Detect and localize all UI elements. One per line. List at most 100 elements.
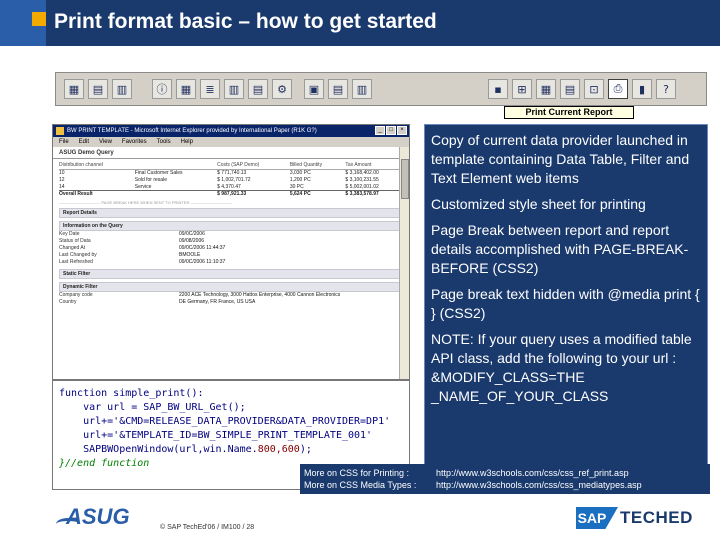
info-key: Last Changed by [59, 251, 97, 258]
filter-key: Country [59, 298, 77, 305]
filter-item: Company code 2200 ACE Technology, 3000 Ha… [59, 292, 403, 299]
bar-chart-icon[interactable]: ▥ [352, 79, 372, 99]
info-value: BMOOLE [179, 251, 201, 258]
table-header: Billed Quantity [289, 161, 346, 170]
table-header: Distribution channel [59, 161, 135, 170]
data-table: Distribution channel Costs (SAP Demo) Bi… [59, 161, 403, 198]
info-value: 09/0C/2006 11:10:37 [179, 258, 226, 265]
link-row-printing: More on CSS for Printing : http://www.w3… [304, 467, 706, 479]
export-icon[interactable]: ▤ [560, 79, 580, 99]
table-cell: $ 5,002,001.02 [345, 183, 379, 190]
report-icon[interactable]: ▤ [328, 79, 348, 99]
save-icon[interactable]: ▪ [488, 79, 508, 99]
info-paragraph: Page break text hidden with @media print… [431, 286, 700, 321]
scrollbar-thumb[interactable] [401, 159, 409, 199]
report-details-heading: Report Details [59, 207, 403, 218]
table-cell: Sold for resale [134, 177, 167, 183]
ie-icon [56, 127, 64, 135]
asug-logo: ASUG [56, 504, 146, 530]
menu-tools[interactable]: Tools [157, 137, 171, 147]
filter-key: Company code [59, 291, 93, 298]
code-segment: ); [299, 444, 312, 455]
dynamic-filter-heading: Dynamic Filter [59, 281, 403, 292]
link-label: More on CSS for Printing : [304, 468, 410, 478]
code-number: 800,600 [257, 444, 300, 455]
css-media-link[interactable]: http://www.w3schools.com/css/css_mediaty… [436, 479, 642, 491]
sap-teched-logo: SAP TECHED [576, 506, 693, 530]
menu-edit[interactable]: Edit [79, 137, 89, 147]
code-line: url+='&CMD=RELEASE_DATA_PROVIDER&DATA_PR… [59, 416, 391, 427]
info-icon[interactable]: ⓘ [152, 79, 172, 99]
links-bar: More on CSS for Printing : http://www.w3… [300, 464, 710, 494]
list-icon[interactable]: ≣ [200, 79, 220, 99]
filter-value: DE Germany, FR France, US USA [179, 298, 256, 305]
info-item: Key Date 09/0C/2006 [59, 231, 403, 238]
browser-menu: File Edit View Favorites Tools Help [53, 137, 409, 147]
table-row: 12 Sold for resale $ 1,002,701.72 1,200 … [59, 177, 403, 184]
layout-icon[interactable]: ▤ [88, 79, 108, 99]
info-key: Last Refreshed [59, 258, 93, 265]
table-cell: 14 [59, 183, 65, 190]
page-break-separator: ------------------------------- PAGE BRE… [59, 199, 232, 205]
browser-window-title: BW PRINT TEMPLATE - Microsoft Internet E… [67, 128, 317, 134]
info-item: Last Refreshed 09/0C/2006 11:10:37 [59, 259, 403, 266]
info-item: Changed At 09/0C/2006 11:44:37 [59, 245, 403, 252]
menu-favorites[interactable]: Favorites [122, 137, 147, 147]
table-cell: $ 3,383,578.97 [345, 190, 403, 198]
menu-help[interactable]: Help [181, 137, 193, 147]
static-filter-heading: Static Filter [59, 268, 403, 279]
table-cell: 10 [59, 170, 65, 177]
excel-icon[interactable]: ▦ [536, 79, 556, 99]
info-panel: Copy of current data provider launched i… [424, 124, 708, 490]
table-cell: $ 3,100,231.55 [345, 177, 379, 183]
slide-title: Print format basic – how to get started [54, 10, 437, 33]
browser-scrollbar[interactable] [399, 147, 409, 379]
table-cell: 12 [59, 177, 65, 183]
print-icon[interactable]: ⎙ [608, 79, 628, 99]
code-line: url+='&TEMPLATE_ID=BW_SIMPLE_PRINT_TEMPL… [59, 430, 373, 441]
bookmark-icon[interactable]: ⊞ [512, 79, 532, 99]
menu-view[interactable]: View [99, 137, 112, 147]
filter-icon[interactable]: ▣ [304, 79, 324, 99]
grid-icon[interactable]: ▦ [176, 79, 196, 99]
table-cell: $ 771,740.13 [217, 170, 247, 177]
code-comment: }//end function [59, 458, 150, 469]
table-cell: Overall Result [59, 190, 135, 198]
css-print-link[interactable]: http://www.w3schools.com/css/css_ref_pri… [436, 467, 629, 479]
table-header [134, 161, 218, 170]
browser-content: Distribution channel Costs (SAP Demo) Bi… [53, 159, 409, 308]
maximize-icon[interactable]: □ [386, 126, 396, 135]
send-icon[interactable]: ⊡ [584, 79, 604, 99]
rows-icon[interactable]: ▤ [248, 79, 268, 99]
table-icon[interactable]: ▦ [64, 79, 84, 99]
teched-logo-text: TECHED [620, 508, 693, 527]
table-cell: Service [134, 183, 152, 190]
copyright-text: © SAP TechEd'06 / IM100 / 28 [160, 524, 255, 531]
bw-toolbar: ▦ ▤ ▥ ⓘ ▦ ≣ ▥ ▤ ⚙ ▣ ▤ ▥ ▪ ⊞ ▦ ▤ ⊡ ⎙ ▮ ? [55, 72, 707, 106]
close-icon[interactable]: × [397, 126, 407, 135]
code-line: SAPBWOpenWindow(url,win.Name.800,600); [59, 443, 403, 457]
title-square-icon [32, 12, 46, 26]
asug-logo-text: ASUG [66, 504, 130, 529]
table-header: Tax Amount [345, 161, 403, 170]
settings-icon[interactable]: ⚙ [272, 79, 292, 99]
info-key: Key Date [59, 230, 80, 237]
info-paragraph: Page Break between report and report det… [431, 222, 689, 276]
columns-icon[interactable]: ▥ [224, 79, 244, 99]
link-label: More on CSS Media Types : [304, 480, 417, 490]
info-value: 09/08/2006 [179, 237, 205, 244]
menu-file[interactable]: File [59, 137, 69, 147]
table-cell: $ 987,921.33 [217, 190, 290, 198]
table-cell: Final Customer Sales [134, 170, 183, 177]
info-paragraph: Copy of current data provider launched i… [431, 132, 690, 186]
table-cell: $ 4,370.47 [217, 183, 241, 190]
query-title: ASUG Demo Query [53, 147, 409, 159]
browser-screenshot: BW PRINT TEMPLATE - Microsoft Internet E… [52, 124, 410, 380]
pdf-icon[interactable]: ▮ [632, 79, 652, 99]
table-cell: $ 3,168,402.00 [345, 170, 379, 177]
title-bar: Print format basic – how to get started [0, 0, 720, 46]
minimize-icon[interactable]: _ [375, 126, 385, 135]
table-cell [134, 190, 218, 198]
help-icon[interactable]: ? [656, 79, 676, 99]
chart-icon[interactable]: ▥ [112, 79, 132, 99]
